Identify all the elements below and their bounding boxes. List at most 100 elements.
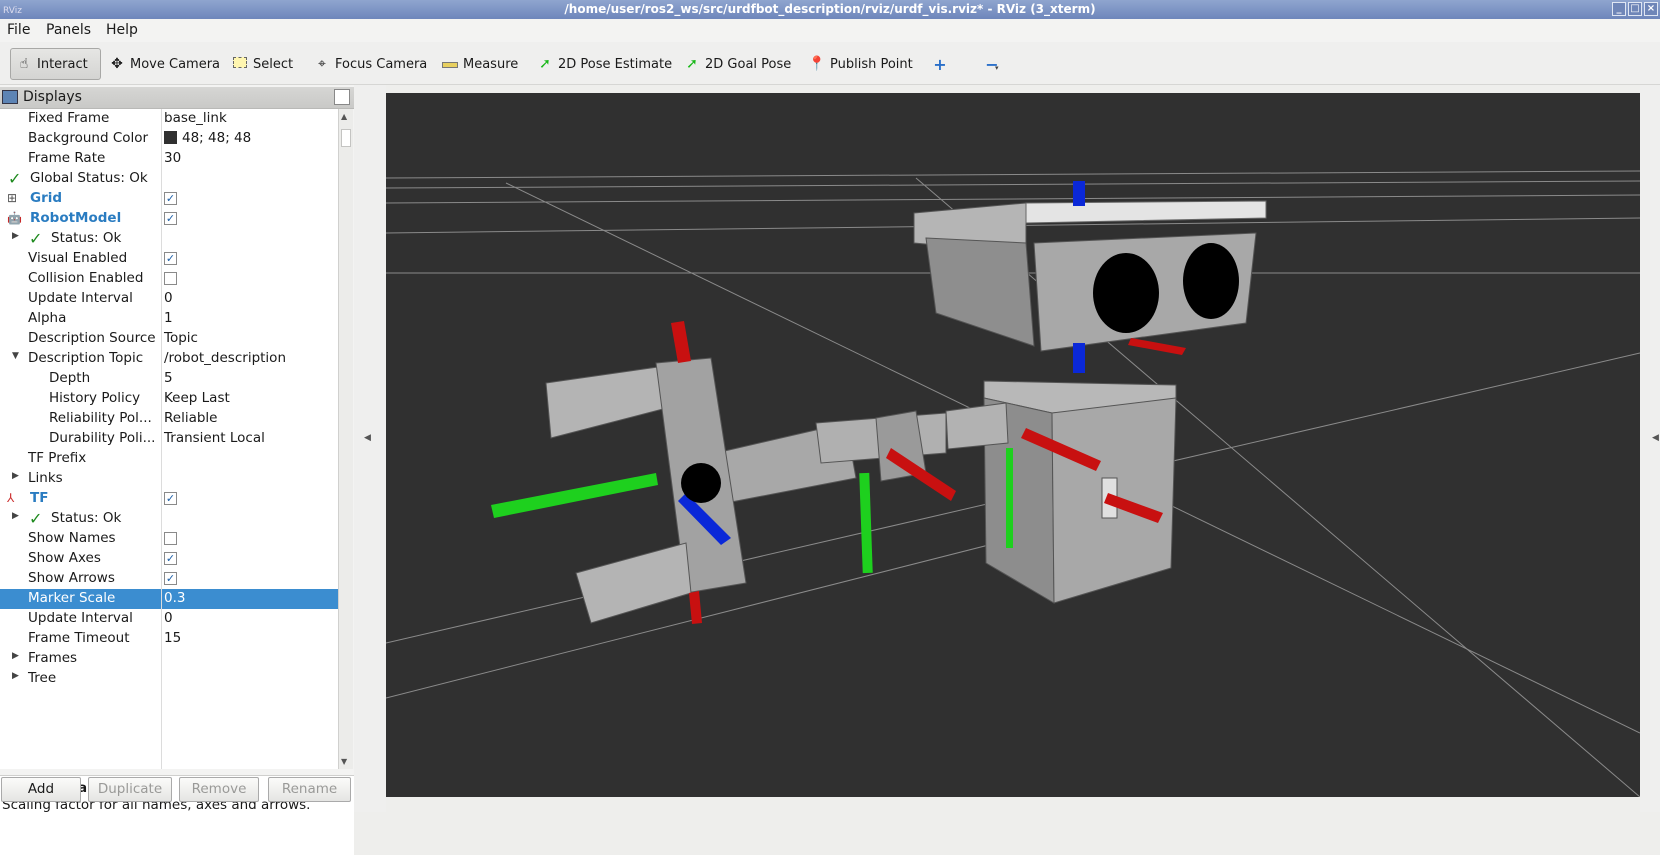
tree-row-tf-update-interval[interactable]: Update Interval 0 xyxy=(0,609,338,629)
durability-policy-value[interactable]: Transient Local xyxy=(164,430,265,446)
update-interval-value[interactable]: 0 xyxy=(164,290,173,306)
frame-timeout-value[interactable]: 15 xyxy=(164,630,181,646)
tree-row-show-axes[interactable]: Show Axes ✓ xyxy=(0,549,338,569)
column-separator xyxy=(161,109,162,769)
panel-float-button[interactable] xyxy=(334,89,350,105)
expand-arrow-icon[interactable]: ▶ xyxy=(12,231,19,241)
expand-arrow-icon[interactable]: ▶ xyxy=(12,511,19,521)
tree-row-frame-rate[interactable]: Frame Rate 30 xyxy=(0,149,338,169)
tree-row-show-arrows[interactable]: Show Arrows ✓ xyxy=(0,569,338,589)
frame-rate-value[interactable]: 30 xyxy=(164,150,181,166)
remove-button[interactable]: Remove xyxy=(179,777,259,802)
tree-row-tree[interactable]: ▶ Tree xyxy=(0,669,338,689)
tree-row-frames[interactable]: ▶ Frames xyxy=(0,649,338,669)
right-splitter[interactable]: ◀ xyxy=(1640,85,1660,812)
tree-row-marker-scale[interactable]: Marker Scale 0.3 xyxy=(0,589,338,609)
robot-model-enabled-checkbox[interactable]: ✓ xyxy=(164,212,177,225)
expand-arrow-icon[interactable]: ▶ xyxy=(12,671,19,681)
tree-row-alpha[interactable]: Alpha 1 xyxy=(0,309,338,329)
menu-panels[interactable]: Panels xyxy=(46,22,91,38)
tree-row-description-source[interactable]: Description Source Topic xyxy=(0,329,338,349)
close-icon[interactable]: × xyxy=(1644,2,1658,16)
measure-tool-button[interactable]: Measure xyxy=(437,48,522,80)
rename-button[interactable]: Rename xyxy=(268,777,351,802)
tree-row-show-names[interactable]: Show Names xyxy=(0,529,338,549)
history-policy-value[interactable]: Keep Last xyxy=(164,390,230,406)
ruler-icon xyxy=(441,56,459,72)
panel-splitter[interactable]: ◀ xyxy=(354,85,386,812)
robot-gripper xyxy=(491,321,747,624)
reliability-policy-value[interactable]: Reliable xyxy=(164,410,217,426)
show-names-checkbox[interactable] xyxy=(164,532,177,545)
show-axes-checkbox[interactable]: ✓ xyxy=(164,552,177,565)
tree-row-fixed-frame[interactable]: Fixed Frame base_link xyxy=(0,109,338,129)
displays-scrollbar[interactable]: ▲ ▼ xyxy=(338,109,353,769)
alpha-value[interactable]: 1 xyxy=(164,310,173,326)
remove-tool-button[interactable]: − ▾ xyxy=(979,48,1005,80)
measure-label: Measure xyxy=(463,56,519,72)
menu-file[interactable]: File xyxy=(7,22,30,38)
background-color-value[interactable]: 48; 48; 48 xyxy=(164,130,251,146)
tf-enabled-checkbox[interactable]: ✓ xyxy=(164,492,177,505)
tree-row-links[interactable]: ▶ Links xyxy=(0,469,338,489)
tree-row-durability-policy[interactable]: Durability Poli... Transient Local xyxy=(0,429,338,449)
tree-row-tf-status[interactable]: ▶ ✓ Status: Ok xyxy=(0,509,338,529)
collision-enabled-checkbox[interactable] xyxy=(164,272,177,285)
move-camera-tool-button[interactable]: ✥ Move Camera xyxy=(104,48,224,80)
grid-enabled-checkbox[interactable]: ✓ xyxy=(164,192,177,205)
row-label: Show Axes xyxy=(28,550,101,566)
pose-estimate-tool-button[interactable]: ➚ 2D Pose Estimate xyxy=(532,48,676,80)
tree-row-tf[interactable]: ⅄ TF ✓ xyxy=(0,489,338,509)
tree-row-visual-enabled[interactable]: Visual Enabled ✓ xyxy=(0,249,338,269)
tree-row-history-policy[interactable]: History Policy Keep Last xyxy=(0,389,338,409)
depth-value[interactable]: 5 xyxy=(164,370,173,386)
fixed-frame-value[interactable]: base_link xyxy=(164,110,227,126)
add-button[interactable]: Add xyxy=(1,777,81,802)
collapse-left-icon[interactable]: ◀ xyxy=(364,433,371,443)
tf-update-interval-value[interactable]: 0 xyxy=(164,610,173,626)
publish-point-tool-button[interactable]: 📍 Publish Point xyxy=(804,48,917,80)
tree-row-background-color[interactable]: Background Color 48; 48; 48 xyxy=(0,129,338,149)
tree-row-grid[interactable]: ⊞ Grid ✓ xyxy=(0,189,338,209)
maximize-icon[interactable]: □ xyxy=(1628,2,1642,16)
dropdown-arrow-icon: ▾ xyxy=(995,64,999,72)
minimize-icon[interactable]: _ xyxy=(1612,2,1626,16)
tree-row-description-topic[interactable]: ▼ Description Topic /robot_description xyxy=(0,349,338,369)
expand-right-icon[interactable]: ◀ xyxy=(1652,433,1659,443)
tree-row-depth[interactable]: Depth 5 xyxy=(0,369,338,389)
row-label: Background Color xyxy=(28,130,149,146)
focus-camera-tool-button[interactable]: ⌖ Focus Camera xyxy=(309,48,431,80)
row-label: Links xyxy=(28,470,63,486)
scroll-down-icon[interactable]: ▼ xyxy=(341,757,347,766)
tree-row-collision-enabled[interactable]: Collision Enabled xyxy=(0,269,338,289)
goal-pose-tool-button[interactable]: ➚ 2D Goal Pose xyxy=(679,48,795,80)
duplicate-button[interactable]: Duplicate xyxy=(88,777,172,802)
menu-help[interactable]: Help xyxy=(106,22,138,38)
add-tool-button[interactable]: + xyxy=(927,48,953,80)
show-arrows-checkbox[interactable]: ✓ xyxy=(164,572,177,585)
select-tool-button[interactable]: Select xyxy=(227,48,297,80)
scrollbar-thumb[interactable] xyxy=(341,129,351,147)
tree-row-reliability-policy[interactable]: Reliability Pol... Reliable xyxy=(0,409,338,429)
3d-render-viewport[interactable] xyxy=(386,93,1640,797)
visual-enabled-checkbox[interactable]: ✓ xyxy=(164,252,177,265)
grid-icon: ⊞ xyxy=(7,191,18,205)
collapse-arrow-icon[interactable]: ▼ xyxy=(12,351,19,361)
expand-arrow-icon[interactable]: ▶ xyxy=(12,471,19,481)
interact-tool-button[interactable]: ☝ Interact xyxy=(10,48,101,80)
tree-row-robot-model[interactable]: 🤖 RobotModel ✓ xyxy=(0,209,338,229)
marker-scale-value[interactable]: 0.3 xyxy=(164,590,185,606)
tree-row-update-interval[interactable]: Update Interval 0 xyxy=(0,289,338,309)
expand-arrow-icon[interactable]: ▶ xyxy=(12,651,19,661)
tree-row-tf-prefix[interactable]: TF Prefix xyxy=(0,449,338,469)
tree-row-global-status[interactable]: ✓ Global Status: Ok xyxy=(0,169,338,189)
description-source-value[interactable]: Topic xyxy=(164,330,198,346)
tree-row-frame-timeout[interactable]: Frame Timeout 15 xyxy=(0,629,338,649)
checkmark-icon: ✓ xyxy=(29,229,43,248)
scroll-up-icon[interactable]: ▲ xyxy=(341,112,347,121)
robot-body xyxy=(983,380,1177,604)
row-label: Alpha xyxy=(28,310,67,326)
goal-arrow-icon: ➚ xyxy=(686,56,698,72)
tree-row-robot-status[interactable]: ▶ ✓ Status: Ok xyxy=(0,229,338,249)
description-topic-value[interactable]: /robot_description xyxy=(164,350,286,366)
